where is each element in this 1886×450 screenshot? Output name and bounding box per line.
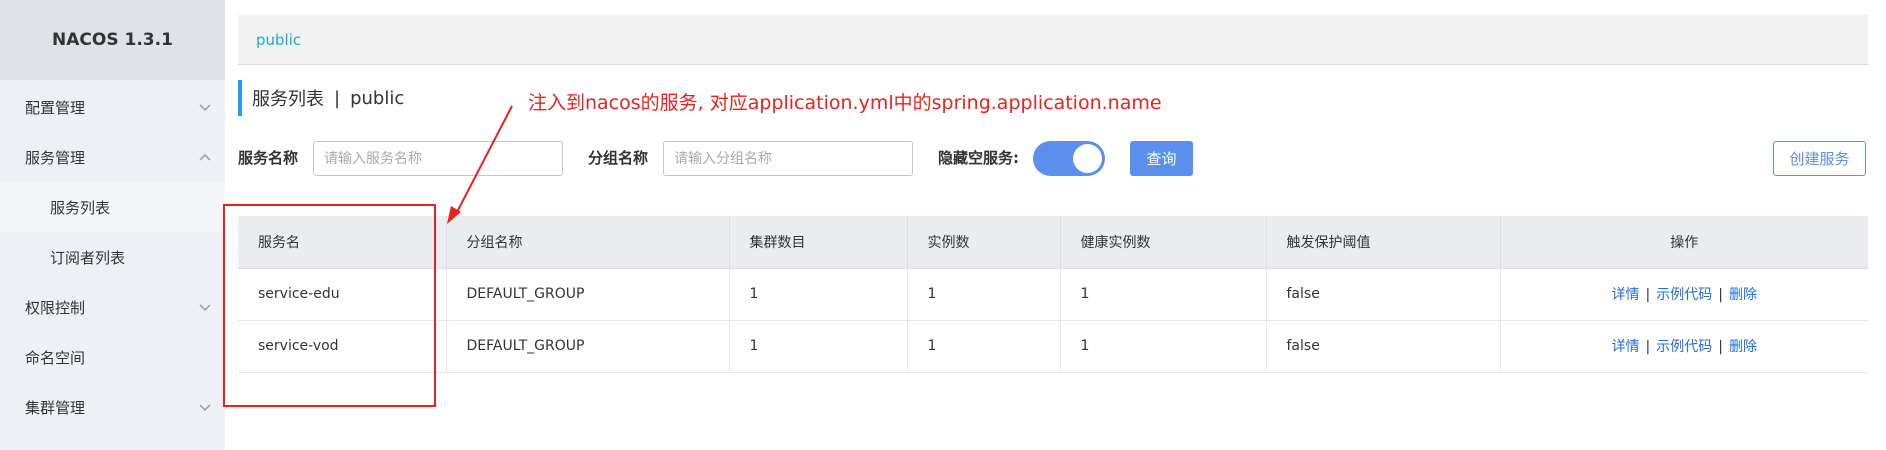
annotation-arrow bbox=[447, 105, 513, 224]
